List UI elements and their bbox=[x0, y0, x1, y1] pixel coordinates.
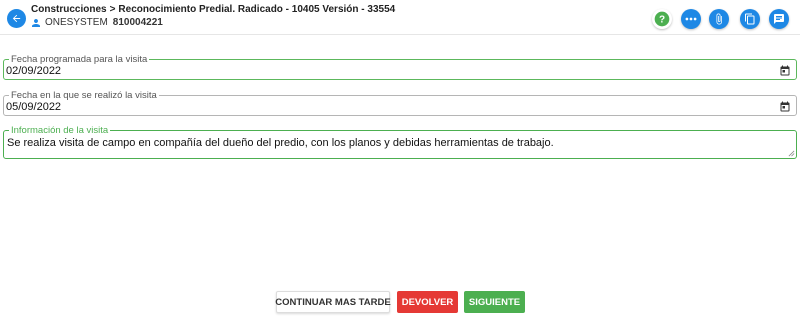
visit-info-text[interactable]: Se realiza visita de campo en compañía d… bbox=[7, 137, 554, 149]
performed-date-field[interactable]: Fecha en la que se realizó la visita 05/… bbox=[3, 90, 797, 116]
help-icon-glyph: ? bbox=[659, 14, 665, 25]
visit-info-field[interactable]: Información de la visita Se realiza visi… bbox=[3, 125, 797, 159]
performed-date-label: Fecha en la que se realizó la visita bbox=[9, 90, 159, 101]
user-name: ONESYSTEM bbox=[45, 17, 108, 28]
return-button[interactable]: DEVOLVER bbox=[397, 291, 458, 313]
help-button[interactable]: ? bbox=[652, 9, 672, 29]
comments-button[interactable] bbox=[769, 9, 789, 29]
arrow-left-icon bbox=[12, 14, 21, 23]
scheduled-date-label: Fecha programada para la visita bbox=[9, 54, 150, 65]
user-info: ONESYSTEM 810004221 bbox=[31, 17, 163, 28]
continue-later-button[interactable]: CONTINUAR MAS TARDE bbox=[275, 291, 391, 313]
help-icon: ? bbox=[654, 11, 670, 27]
back-button[interactable] bbox=[7, 9, 26, 28]
visit-info-label: Información de la visita bbox=[9, 125, 111, 136]
user-id: 810004221 bbox=[112, 17, 163, 28]
calendar-icon[interactable] bbox=[779, 101, 791, 113]
scheduled-date-value[interactable]: 02/09/2022 bbox=[6, 65, 61, 77]
resize-handle-icon[interactable] bbox=[788, 150, 795, 157]
breadcrumb-process: Reconocimiento Predial. Radicado - 10405… bbox=[118, 4, 396, 15]
breadcrumb-separator: > bbox=[109, 4, 116, 15]
scheduled-date-field[interactable]: Fecha programada para la visita 02/09/20… bbox=[3, 54, 797, 80]
copy-button[interactable] bbox=[740, 9, 760, 29]
attachments-button[interactable] bbox=[709, 9, 729, 29]
breadcrumb: Construcciones > Reconocimiento Predial. R… bbox=[31, 4, 395, 15]
more-icon bbox=[685, 17, 697, 21]
top-bar: Construcciones > Reconocimiento Predial. R… bbox=[0, 0, 800, 35]
breadcrumb-module[interactable]: Construcciones bbox=[31, 4, 107, 15]
copy-icon bbox=[745, 13, 755, 25]
calendar-icon[interactable] bbox=[779, 65, 791, 77]
more-options-button[interactable] bbox=[681, 9, 701, 29]
performed-date-value[interactable]: 05/09/2022 bbox=[6, 101, 61, 113]
user-icon bbox=[32, 18, 40, 27]
next-button[interactable]: SIGUIENTE bbox=[464, 291, 525, 313]
attachment-icon bbox=[716, 13, 722, 25]
comment-icon bbox=[774, 14, 784, 24]
